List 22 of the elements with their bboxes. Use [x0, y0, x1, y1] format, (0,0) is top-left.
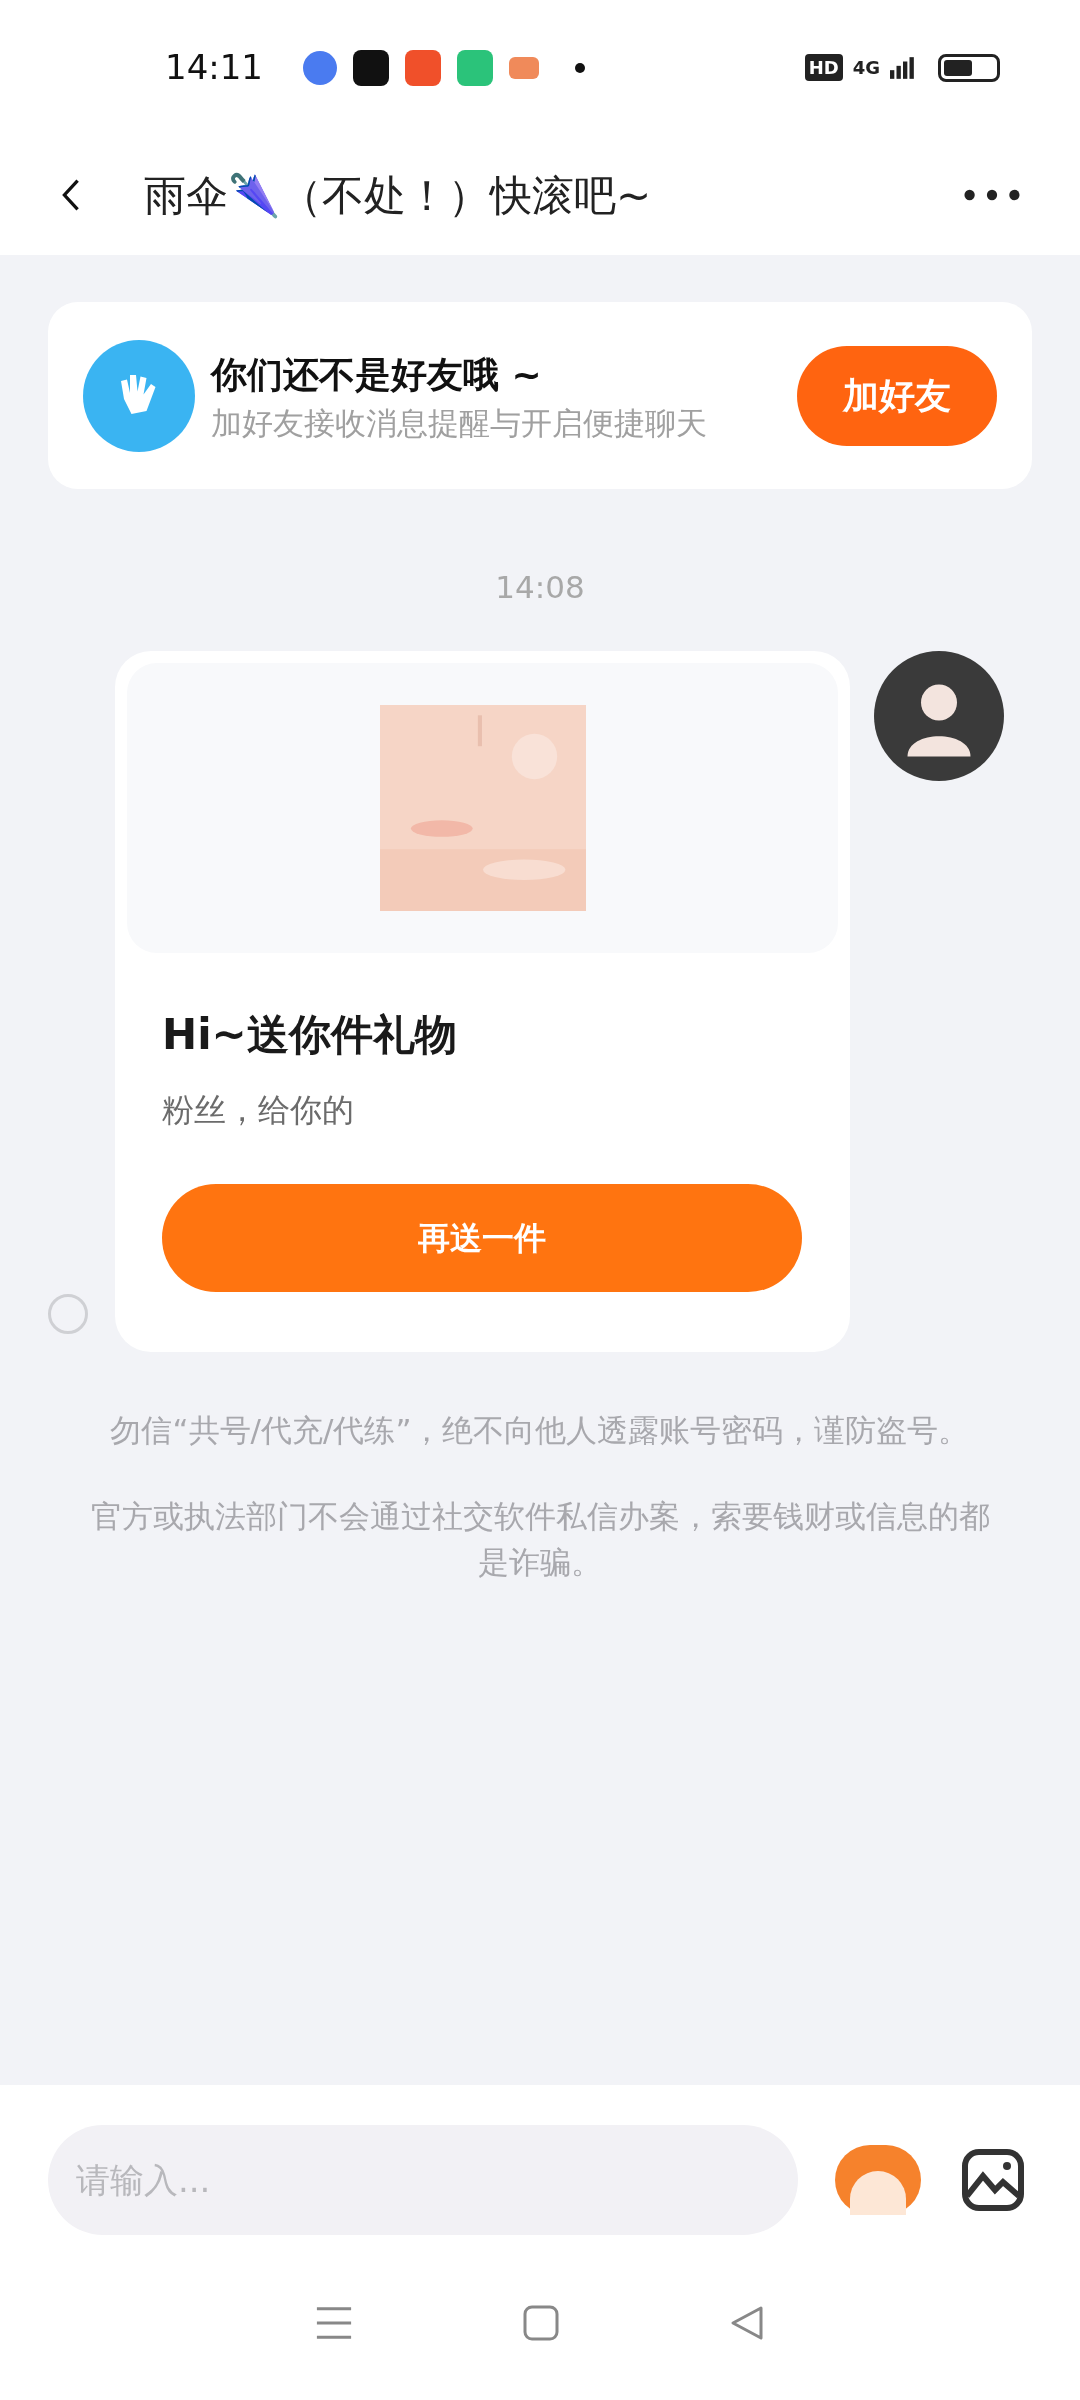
menu-icon[interactable]: [315, 2305, 353, 2341]
battery-icon: [938, 53, 1000, 82]
more-icon[interactable]: [964, 189, 1020, 201]
select-radio[interactable]: [48, 1293, 88, 1334]
home-icon[interactable]: [523, 2305, 559, 2341]
signal-icon: [890, 56, 916, 79]
back-triangle-icon[interactable]: [729, 2305, 765, 2341]
banner-title: 你们还不是好友哦 ~: [211, 352, 543, 397]
image-icon[interactable]: [961, 2148, 1025, 2212]
gift-note: 粉丝，给你的: [162, 1089, 355, 1131]
security-notice: 官方或执法部门不会通过社交软件私信办案，索要钱财或信息的都是诈骗。: [89, 1496, 991, 1582]
security-notice: 勿信“共号/代充/代练”，绝不向他人透露账号密码，谨防盗号。: [109, 1410, 971, 1450]
message-input[interactable]: 请输入...: [48, 2125, 798, 2235]
gift-title: Hi~送你件礼物: [162, 1008, 458, 1061]
message-time: 14:08: [495, 568, 585, 607]
chat-title: 雨伞🌂（不处！）快滚吧~: [144, 169, 652, 222]
send-again-button[interactable]: 再送一件: [162, 1183, 802, 1292]
network-label: 4G: [852, 56, 880, 80]
banner-subtitle: 加好友接收消息提醒与开启便捷聊天: [211, 403, 708, 443]
status-time: 14:11: [165, 46, 263, 89]
hd-badge: HD: [804, 54, 843, 81]
add-friend-button[interactable]: 加好友: [797, 345, 997, 446]
